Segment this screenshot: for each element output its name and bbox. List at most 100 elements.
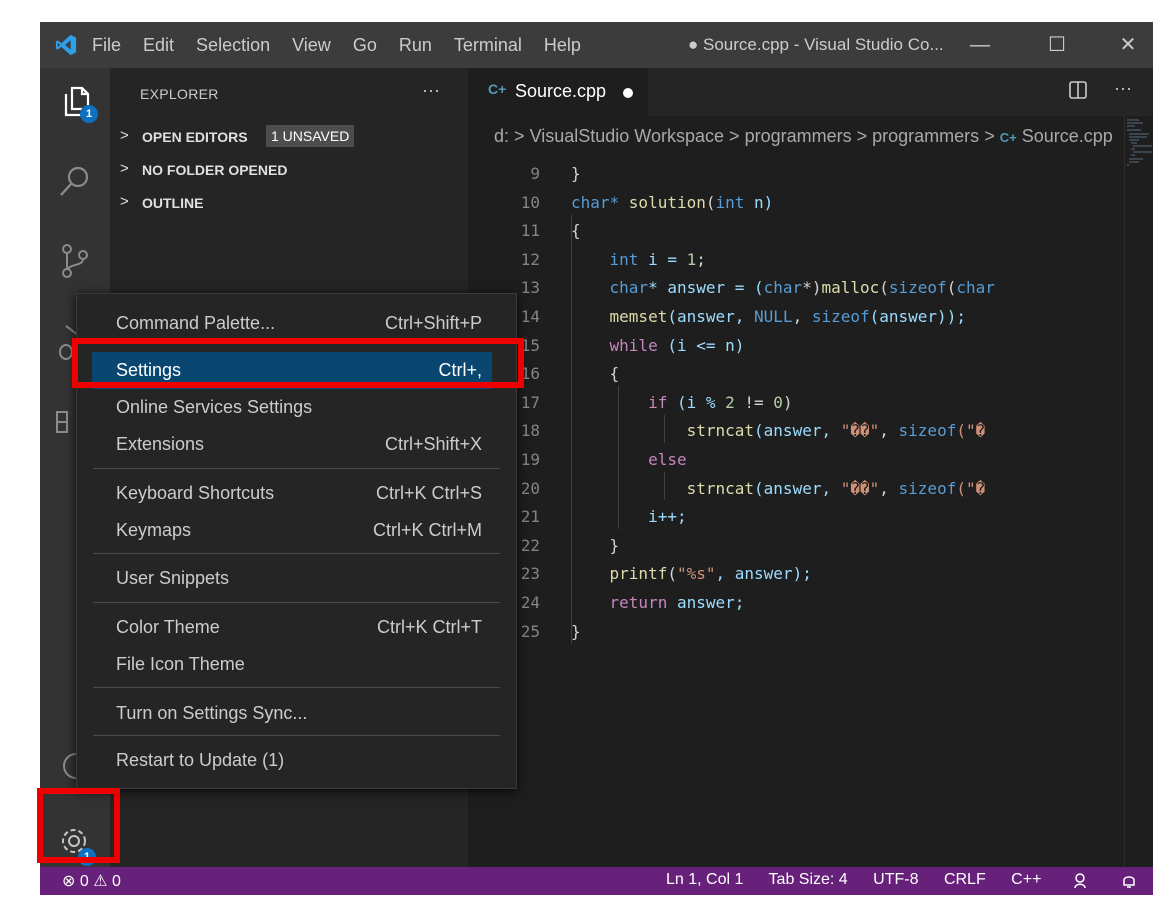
cpp-file-icon: C+ bbox=[999, 130, 1017, 145]
line-code: printf("%s", answer); bbox=[609, 564, 812, 584]
breadcrumb: d: > VisualStudio Workspace > programmer… bbox=[494, 126, 1113, 147]
menu-go[interactable]: Go bbox=[353, 35, 377, 56]
unsaved-dot-icon[interactable] bbox=[623, 88, 633, 98]
settings-highlight-box bbox=[72, 338, 524, 388]
line-code: strncat(answer, "��", sizeof("� bbox=[686, 478, 986, 498]
menu-item-file-icon-theme[interactable]: File Icon Theme bbox=[92, 646, 492, 683]
code-editor[interactable]: 9} 10 char* solution(int n) 11 { 12 int i … bbox=[468, 160, 1124, 860]
line-code: strncat(answer, "��", sizeof("� bbox=[686, 421, 986, 441]
menu-separator bbox=[93, 687, 500, 688]
sidebar-more-icon[interactable]: ··· bbox=[422, 80, 440, 101]
editor-area: C+ Source.cpp ··· d: > VisualStudio Work… bbox=[468, 68, 1153, 867]
tab-size[interactable]: Tab Size: 4 bbox=[769, 871, 848, 888]
code-line: 22 } bbox=[468, 532, 1124, 561]
cursor-position[interactable]: Ln 1, Col 1 bbox=[666, 871, 743, 888]
breadcrumb-separator: > bbox=[984, 126, 995, 146]
menu-bar: File Edit Selection View Go Run Terminal… bbox=[92, 22, 603, 68]
line-code: return answer; bbox=[609, 593, 745, 612]
language-mode[interactable]: C++ bbox=[1011, 871, 1041, 888]
feedback-icon[interactable] bbox=[1073, 872, 1091, 890]
menu-separator bbox=[93, 468, 500, 469]
menu-item-label: Keymaps bbox=[116, 520, 192, 540]
menu-item-extensions[interactable]: Extensions Ctrl+Shift+X bbox=[92, 426, 492, 463]
section-outline[interactable]: > OUTLINE bbox=[110, 188, 468, 220]
menu-item-shortcut: Ctrl+K Ctrl+M bbox=[372, 520, 482, 540]
tab-bar: C+ Source.cpp ··· bbox=[468, 68, 1153, 116]
unsaved-badge: 1 UNSAVED bbox=[266, 125, 355, 147]
menu-selection[interactable]: Selection bbox=[196, 35, 270, 56]
menu-file[interactable]: File bbox=[92, 35, 121, 56]
breadcrumb-item[interactable]: programmers bbox=[872, 126, 979, 146]
line-code: } bbox=[609, 535, 620, 555]
close-button[interactable]: ✕ bbox=[1105, 22, 1151, 68]
tab-label: Source.cpp bbox=[515, 81, 607, 101]
search-icon[interactable] bbox=[52, 158, 98, 204]
minimap[interactable] bbox=[1124, 116, 1153, 867]
editor-more-icon[interactable]: ··· bbox=[1114, 78, 1132, 99]
line-code: } bbox=[571, 164, 581, 183]
menu-item-restart-to-update[interactable]: Restart to Update (1) bbox=[92, 742, 492, 779]
menu-item-user-snippets[interactable]: User Snippets bbox=[92, 560, 492, 597]
problems-indicator[interactable]: ⊗ 0 ⚠ 0 bbox=[62, 871, 121, 891]
breadcrumb-file[interactable]: Source.cpp bbox=[1022, 126, 1113, 146]
tab-source-cpp[interactable]: C+ Source.cpp bbox=[468, 68, 648, 116]
minimap-preview bbox=[1127, 119, 1152, 166]
breadcrumb-separator: > bbox=[514, 126, 525, 146]
line-code: char* solution(int n) bbox=[571, 192, 774, 212]
title-bar: File Edit Selection View Go Run Terminal… bbox=[40, 22, 1153, 68]
section-label: OUTLINE bbox=[142, 195, 204, 211]
code-line: 21 i++; bbox=[468, 503, 1124, 532]
maximize-button[interactable]: ☐ bbox=[1034, 22, 1080, 68]
breadcrumb-separator: > bbox=[856, 126, 868, 146]
menu-item-label: Color Theme bbox=[116, 617, 220, 637]
breadcrumb-item[interactable]: programmers bbox=[745, 126, 852, 146]
section-label: NO FOLDER OPENED bbox=[142, 162, 288, 178]
line-number: 12 bbox=[520, 249, 540, 269]
section-no-folder-opened[interactable]: > NO FOLDER OPENED bbox=[110, 155, 468, 187]
code-line: 19 else bbox=[468, 446, 1124, 475]
menu-item-shortcut: Ctrl+K Ctrl+S bbox=[375, 483, 482, 503]
line-number: 10 bbox=[520, 192, 540, 212]
status-bar: ⊗ 0 ⚠ 0 Ln 1, Col 1 Tab Size: 4 UTF-8 CR… bbox=[40, 867, 1153, 895]
menu-item-keyboard-shortcuts[interactable]: Keyboard Shortcuts Ctrl+K Ctrl+S bbox=[92, 475, 492, 512]
source-control-icon[interactable] bbox=[52, 238, 98, 284]
line-code: } bbox=[571, 621, 581, 641]
cpp-file-icon: C+ bbox=[488, 81, 507, 97]
breadcrumb-item[interactable]: VisualStudio Workspace bbox=[530, 126, 724, 146]
code-line: 25} bbox=[468, 618, 1124, 647]
window-title: ● Source.cpp - Visual Studio Co... bbox=[688, 35, 944, 54]
menu-item-turn-on-settings-sync[interactable]: Turn on Settings Sync... bbox=[92, 695, 492, 732]
breadcrumb-item[interactable]: d: bbox=[494, 126, 509, 146]
menu-separator bbox=[93, 735, 500, 736]
section-open-editors[interactable]: > OPEN EDITORS 1 UNSAVED bbox=[110, 122, 468, 154]
vscode-logo-icon bbox=[55, 34, 77, 56]
menu-item-color-theme[interactable]: Color Theme Ctrl+K Ctrl+T bbox=[92, 609, 492, 646]
code-line: 9} bbox=[468, 160, 1124, 189]
minimize-button[interactable]: — bbox=[957, 22, 1003, 68]
menu-item-command-palette[interactable]: Command Palette... Ctrl+Shift+P bbox=[92, 305, 492, 342]
menu-help[interactable]: Help bbox=[544, 35, 581, 56]
code-line: 15 while (i <= n) bbox=[468, 332, 1124, 361]
line-code: while (i <= n) bbox=[609, 335, 745, 355]
status-right: Ln 1, Col 1 Tab Size: 4 UTF-8 CRLF C++ bbox=[666, 871, 1062, 889]
encoding[interactable]: UTF-8 bbox=[873, 871, 918, 888]
menu-edit[interactable]: Edit bbox=[143, 35, 174, 56]
menu-run[interactable]: Run bbox=[399, 35, 432, 56]
menu-item-label: Keyboard Shortcuts bbox=[116, 483, 275, 503]
end-of-line[interactable]: CRLF bbox=[944, 871, 986, 888]
line-code: int i = 1; bbox=[609, 249, 706, 269]
code-line: 17 if (i % 2 != 0) bbox=[468, 389, 1124, 418]
split-editor-icon[interactable] bbox=[1068, 80, 1088, 100]
menu-item-label: Restart to Update (1) bbox=[116, 750, 285, 770]
explorer-icon[interactable]: 1 bbox=[52, 78, 98, 124]
menu-item-keymaps[interactable]: Keymaps Ctrl+K Ctrl+M bbox=[92, 512, 492, 549]
code-line: 18 strncat(answer, "��", sizeof("� bbox=[468, 417, 1124, 446]
menu-item-online-services-settings[interactable]: Online Services Settings bbox=[92, 389, 492, 426]
line-code: i++; bbox=[648, 507, 687, 527]
menu-terminal[interactable]: Terminal bbox=[454, 35, 522, 56]
bell-icon[interactable] bbox=[1120, 872, 1138, 890]
code-line: 23 printf("%s", answer); bbox=[468, 560, 1124, 589]
line-code: if (i % 2 != 0) bbox=[648, 392, 793, 412]
menu-view[interactable]: View bbox=[292, 35, 331, 56]
line-code: char* answer = (char*)malloc(sizeof(char bbox=[609, 278, 995, 298]
